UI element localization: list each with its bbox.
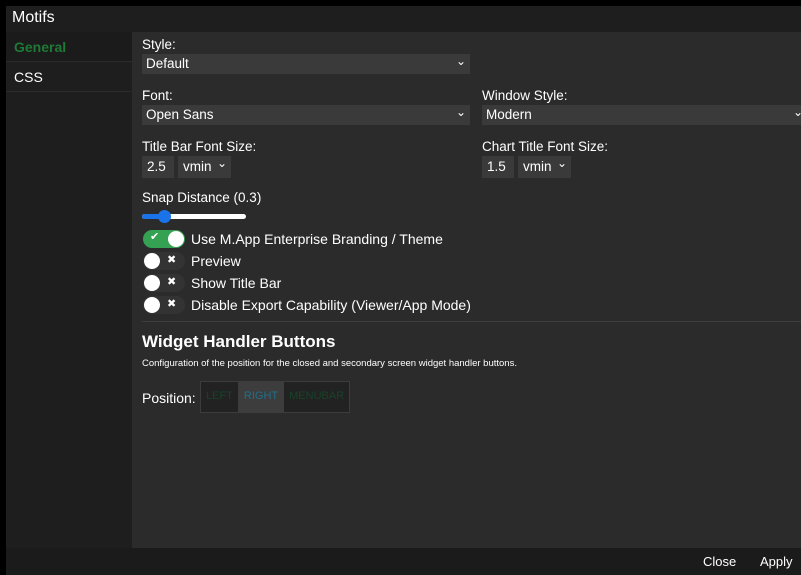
general-panel: Style: Default ⌄ Font: Open Sans ⌄ Windo… (132, 32, 801, 548)
chevron-down-icon: ⌄ (455, 105, 466, 119)
disable-export-toggle-label: Disable Export Capability (Viewer/App Mo… (191, 297, 471, 313)
section-divider (142, 321, 801, 322)
window-style-label: Window Style: (482, 88, 568, 103)
chart-title-font-size-unit-select[interactable]: vmin ⌄ (518, 156, 571, 178)
font-select-value: Open Sans (146, 107, 214, 122)
widget-handler-heading: Widget Handler Buttons (142, 332, 336, 351)
close-button[interactable]: Close (703, 554, 736, 569)
dialog-footer: Close Apply (6, 548, 801, 575)
preview-toggle[interactable]: ✖ (143, 252, 185, 270)
slider-thumb[interactable] (158, 210, 171, 223)
disable-export-toggle[interactable]: ✖ (143, 296, 185, 314)
style-select-value: Default (146, 56, 189, 71)
show-title-bar-toggle-label: Show Title Bar (191, 275, 282, 291)
widget-handler-description: Configuration of the position for the cl… (142, 358, 517, 369)
window-style-select[interactable]: Modern ⌄ (482, 105, 801, 125)
sidebar-item-general[interactable]: General (6, 32, 132, 62)
sidebar: General CSS (6, 32, 132, 548)
toggle-knob (168, 231, 184, 247)
title-bar-font-size-input[interactable]: 2.5 (142, 156, 174, 178)
x-icon: ✖ (167, 298, 177, 310)
x-icon: ✖ (167, 276, 177, 288)
x-icon: ✖ (167, 254, 177, 266)
window-style-select-value: Modern (486, 107, 532, 122)
chevron-down-icon: ⌄ (455, 54, 466, 68)
title-bar-font-size-label: Title Bar Font Size: (142, 139, 257, 154)
snap-distance-label: Snap Distance (0.3) (142, 190, 262, 205)
apply-button[interactable]: Apply (760, 554, 793, 569)
chevron-down-icon: ⌄ (792, 105, 801, 119)
chevron-down-icon: ⌄ (556, 156, 567, 170)
toggle-knob (144, 275, 160, 291)
font-label: Font: (142, 88, 173, 103)
unit-value: vmin (523, 159, 552, 174)
position-left-button[interactable]: LEFT (201, 382, 239, 412)
position-menubar-button[interactable]: MENUBAR (284, 382, 350, 412)
toggle-knob (144, 253, 160, 269)
position-button-group: LEFT RIGHT MENUBAR (200, 381, 351, 413)
font-select[interactable]: Open Sans ⌄ (142, 105, 470, 125)
branding-toggle[interactable]: ✔ (143, 230, 185, 248)
unit-value: vmin (183, 159, 212, 174)
branding-toggle-label: Use M.App Enterprise Branding / Theme (191, 231, 443, 247)
style-select[interactable]: Default ⌄ (142, 54, 470, 74)
chevron-down-icon: ⌄ (216, 156, 227, 170)
chart-title-font-size-label: Chart Title Font Size: (482, 139, 609, 154)
show-title-bar-toggle[interactable]: ✖ (143, 274, 185, 292)
preview-toggle-label: Preview (191, 253, 241, 269)
position-right-button[interactable]: RIGHT (238, 382, 285, 412)
chart-title-font-size-input[interactable]: 1.5 (482, 156, 514, 178)
title-bar: Motifs (6, 6, 801, 32)
style-label: Style: (142, 37, 176, 52)
title-bar-font-size-unit-select[interactable]: vmin ⌄ (178, 156, 231, 178)
check-icon: ✔ (150, 231, 160, 243)
snap-distance-slider[interactable] (142, 210, 246, 223)
sidebar-item-css[interactable]: CSS (6, 62, 132, 92)
position-label: Position: (142, 390, 196, 406)
toggle-knob (144, 297, 160, 313)
window-title: Motifs (12, 9, 55, 26)
motifs-window: Motifs General CSS Style: Default ⌄ Font… (6, 6, 801, 575)
